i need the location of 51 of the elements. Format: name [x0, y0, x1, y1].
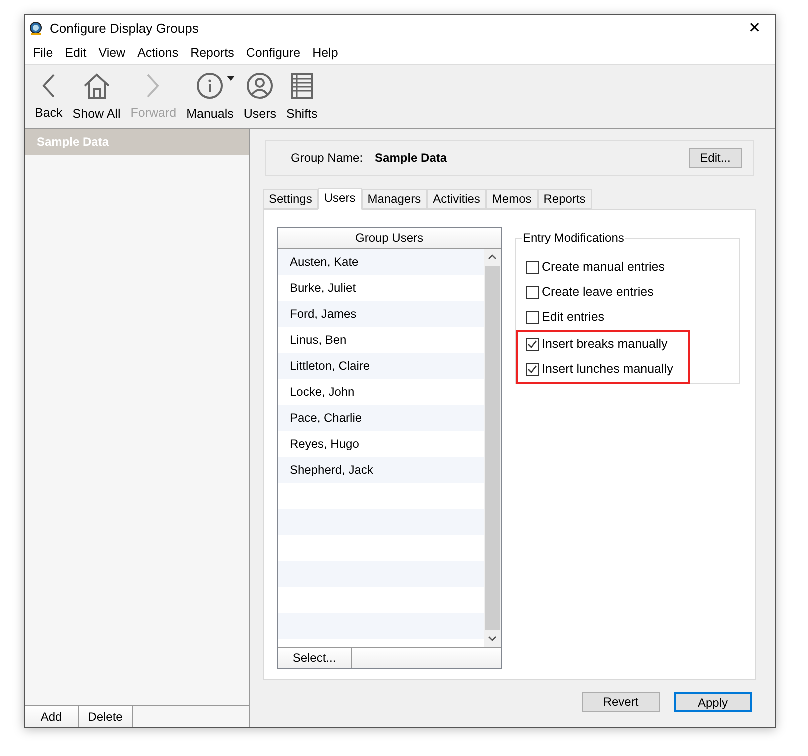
group-name-label: Group Name:	[291, 150, 364, 167]
checkbox-label: Create leave entries	[542, 284, 654, 302]
list-item[interactable]: Austen, Kate	[278, 249, 484, 275]
info-icon	[195, 71, 226, 101]
checkbox[interactable]	[526, 363, 539, 376]
checkbox-label: Edit entries	[542, 309, 605, 326]
edit-button[interactable]: Edit...	[689, 148, 742, 168]
toolbar-button[interactable]: Users	[238, 71, 282, 123]
tab[interactable]: Settings	[263, 189, 318, 209]
checkbox[interactable]	[526, 261, 539, 274]
toolbar-button[interactable]: Manuals	[182, 71, 239, 123]
menu-item[interactable]: Edit	[59, 44, 93, 63]
tab[interactable]: Activities	[427, 189, 486, 209]
list-item[interactable]: Ford, James	[278, 301, 484, 327]
chevron-left-icon	[41, 74, 56, 98]
toolbar-button[interactable]: Shifts	[282, 71, 323, 123]
dialog-button[interactable]: Apply	[674, 692, 752, 712]
menu-item[interactable]: Reports	[184, 44, 240, 63]
toolbar-button[interactable]: Show All	[68, 71, 126, 123]
menu-item[interactable]: Actions	[132, 44, 185, 63]
group-name-value: Sample Data	[375, 150, 448, 167]
toolbar-button[interactable]: Back	[30, 71, 68, 123]
list-item[interactable]: Pace, Charlie	[278, 405, 484, 431]
tab[interactable]: Managers	[362, 189, 428, 209]
home-icon	[82, 71, 112, 101]
menu-item[interactable]: File	[27, 44, 60, 63]
checkbox-label: Insert lunches manually	[542, 361, 674, 378]
checkbox-label: Create manual entries	[542, 259, 665, 276]
menu-item[interactable]: Help	[306, 44, 344, 63]
checkbox-label: Insert breaks manually	[542, 336, 668, 354]
chevron-right-icon	[146, 74, 162, 98]
checkbox[interactable]	[526, 286, 539, 299]
sidebar-button[interactable]: Delete	[79, 706, 133, 727]
list-item[interactable]: Shepherd, Jack	[278, 457, 484, 483]
tab[interactable]: Users	[318, 188, 362, 210]
window-title: Configure Display Groups	[50, 20, 199, 38]
close-button[interactable]: ✕	[735, 15, 775, 43]
scrollbar-thumb[interactable]	[485, 266, 500, 630]
scrollbar[interactable]	[484, 249, 501, 647]
menu-item[interactable]: Configure	[240, 44, 307, 63]
tab[interactable]: Memos	[486, 189, 538, 209]
dialog-button[interactable]: Revert	[582, 692, 660, 712]
app-icon	[29, 22, 43, 36]
dropdown-caret-icon[interactable]	[226, 76, 235, 81]
tab[interactable]: Reports	[538, 189, 592, 209]
checkbox[interactable]	[526, 338, 539, 351]
checkbox[interactable]	[526, 311, 539, 324]
list-item[interactable]: Littleton, Claire	[278, 353, 484, 379]
menu-item[interactable]: View	[92, 44, 132, 63]
user-icon	[245, 71, 276, 101]
sidebar-button[interactable]: Add	[25, 706, 79, 727]
